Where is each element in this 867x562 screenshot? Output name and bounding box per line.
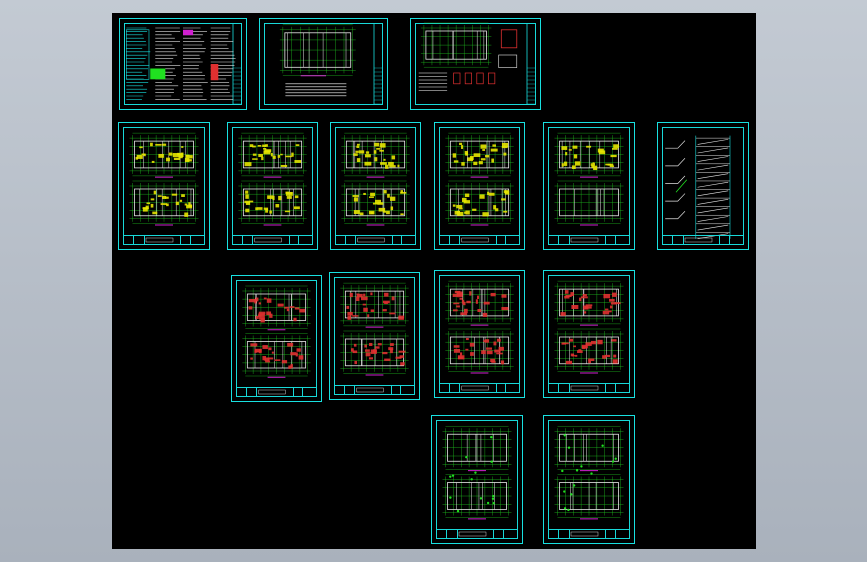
detail-sheet[interactable] [410, 18, 541, 110]
floor-plan-4[interactable] [434, 122, 525, 250]
floor-plan-5[interactable] [543, 122, 635, 250]
elec-plan-2[interactable] [329, 272, 420, 400]
roof-plan-2[interactable] [543, 415, 635, 544]
elec-plan-4[interactable] [543, 270, 635, 398]
floor-plan-2[interactable] [227, 122, 318, 250]
elec-plan-1[interactable] [231, 275, 322, 402]
roof-plan-1[interactable] [431, 415, 523, 544]
stair-section-sheet[interactable] [657, 122, 749, 250]
site-plan-sheet[interactable] [259, 18, 388, 110]
elec-plan-3[interactable] [434, 270, 525, 398]
index-sheet[interactable] [119, 18, 247, 110]
drawing-viewport[interactable] [112, 13, 756, 549]
floor-plan-1[interactable] [118, 122, 210, 250]
floor-plan-3[interactable] [330, 122, 421, 250]
